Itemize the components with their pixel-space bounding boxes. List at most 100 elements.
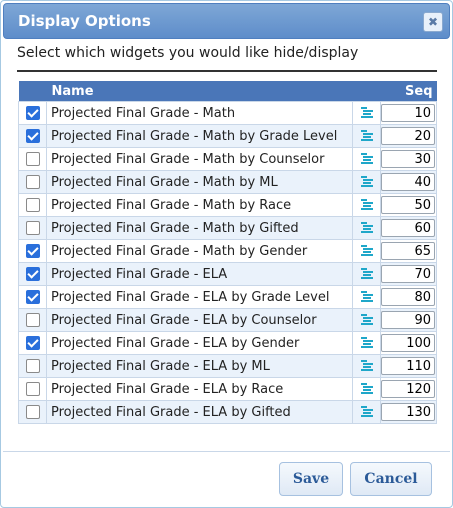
- save-button[interactable]: Save: [279, 462, 343, 496]
- handle-cell: [352, 101, 382, 125]
- widget-name: Projected Final Grade - ELA by Counselor: [45, 308, 354, 332]
- table-row: Projected Final Grade - ELA by Grade Lev…: [18, 285, 438, 309]
- handle-cell: [352, 124, 382, 148]
- cancel-button[interactable]: Cancel: [350, 462, 432, 496]
- seq-input[interactable]: [381, 219, 436, 237]
- seq-input[interactable]: [381, 311, 436, 329]
- seq-input[interactable]: [381, 242, 436, 260]
- checkbox-cell: [18, 216, 47, 240]
- visibility-checkbox[interactable]: [25, 290, 40, 304]
- drag-handle-icon[interactable]: [360, 107, 373, 119]
- checkbox-cell: [18, 239, 47, 263]
- seq-cell: [380, 170, 438, 194]
- footer-divider: [3, 451, 450, 452]
- handle-cell: [352, 331, 382, 355]
- visibility-checkbox[interactable]: [25, 405, 40, 419]
- drag-handle-icon[interactable]: [360, 245, 373, 257]
- seq-cell: [380, 285, 438, 309]
- drag-handle-icon[interactable]: [360, 360, 373, 372]
- widgets-table: Name Seq Projected Final Grade - MathPro…: [18, 81, 438, 424]
- handle-cell: [352, 377, 382, 401]
- instruction-text: Select which widgets you would like hide…: [17, 45, 359, 61]
- drag-handle-icon[interactable]: [360, 130, 373, 142]
- seq-cell: [380, 216, 438, 240]
- drag-handle-icon[interactable]: [360, 291, 373, 303]
- checkbox-cell: [18, 262, 47, 286]
- widget-name: Projected Final Grade - Math by Gender: [45, 239, 354, 263]
- seq-input[interactable]: [381, 403, 436, 421]
- table-row: Projected Final Grade - ELA by ML: [18, 354, 438, 378]
- widget-name: Projected Final Grade - Math: [45, 101, 354, 125]
- visibility-checkbox[interactable]: [25, 198, 40, 212]
- table-row: Projected Final Grade - Math by Grade Le…: [18, 124, 438, 148]
- checkbox-cell: [18, 308, 47, 332]
- divider: [17, 70, 437, 72]
- visibility-checkbox[interactable]: [25, 221, 40, 235]
- checkbox-cell: [18, 400, 47, 424]
- checkbox-cell: [18, 147, 47, 171]
- seq-cell: [380, 124, 438, 148]
- handle-cell: [352, 147, 382, 171]
- handle-cell: [352, 216, 382, 240]
- visibility-checkbox[interactable]: [25, 152, 40, 166]
- seq-cell: [380, 193, 438, 217]
- seq-input[interactable]: [381, 104, 436, 122]
- drag-handle-icon[interactable]: [360, 222, 373, 234]
- dialog-titlebar[interactable]: Display Options ✖: [3, 3, 450, 39]
- dialog-title: Display Options: [18, 12, 151, 30]
- handle-cell: [352, 400, 382, 424]
- handle-cell: [352, 170, 382, 194]
- seq-input[interactable]: [381, 150, 436, 168]
- seq-input[interactable]: [381, 288, 436, 306]
- widget-name: Projected Final Grade - ELA by ML: [45, 354, 354, 378]
- drag-handle-icon[interactable]: [360, 199, 373, 211]
- seq-input[interactable]: [381, 173, 436, 191]
- checkbox-cell: [18, 101, 47, 125]
- visibility-checkbox[interactable]: [25, 106, 40, 120]
- drag-handle-icon[interactable]: [360, 268, 373, 280]
- table-row: Projected Final Grade - Math by Gifted: [18, 216, 438, 240]
- checkbox-cell: [18, 331, 47, 355]
- widget-name: Projected Final Grade - ELA by Gifted: [45, 400, 354, 424]
- widget-name: Projected Final Grade - ELA: [45, 262, 354, 286]
- name-column-header: Name: [18, 81, 353, 102]
- table-row: Projected Final Grade - Math by ML: [18, 170, 438, 194]
- close-icon[interactable]: ✖: [423, 12, 443, 32]
- visibility-checkbox[interactable]: [25, 382, 40, 396]
- visibility-checkbox[interactable]: [25, 267, 40, 281]
- seq-input[interactable]: [381, 196, 436, 214]
- widget-name: Projected Final Grade - Math by ML: [45, 170, 354, 194]
- seq-cell: [380, 101, 438, 125]
- seq-input[interactable]: [381, 127, 436, 145]
- seq-input[interactable]: [381, 334, 436, 352]
- seq-input[interactable]: [381, 380, 436, 398]
- seq-column-header: Seq: [352, 81, 437, 102]
- handle-cell: [352, 308, 382, 332]
- drag-handle-icon[interactable]: [360, 337, 373, 349]
- visibility-checkbox[interactable]: [25, 359, 40, 373]
- drag-handle-icon[interactable]: [360, 383, 373, 395]
- table-header-row: Name Seq: [18, 81, 437, 102]
- widget-name: Projected Final Grade - ELA by Grade Lev…: [45, 285, 354, 309]
- drag-handle-icon[interactable]: [360, 176, 373, 188]
- visibility-checkbox[interactable]: [25, 244, 40, 258]
- table-row: Projected Final Grade - ELA: [18, 262, 438, 286]
- seq-input[interactable]: [381, 265, 436, 283]
- visibility-checkbox[interactable]: [25, 129, 40, 143]
- drag-handle-icon[interactable]: [360, 153, 373, 165]
- checkbox-cell: [18, 285, 47, 309]
- visibility-checkbox[interactable]: [25, 175, 40, 189]
- drag-handle-icon[interactable]: [360, 314, 373, 326]
- handle-cell: [352, 193, 382, 217]
- table-row: Projected Final Grade - ELA by Counselor: [18, 308, 438, 332]
- handle-cell: [352, 285, 382, 309]
- visibility-checkbox[interactable]: [25, 336, 40, 350]
- widget-name: Projected Final Grade - Math by Counselo…: [45, 147, 354, 171]
- seq-input[interactable]: [381, 357, 436, 375]
- table-row: Projected Final Grade - Math by Counselo…: [18, 147, 438, 171]
- drag-handle-icon[interactable]: [360, 406, 373, 418]
- widgets-table-body: Projected Final Grade - MathProjected Fi…: [18, 101, 438, 424]
- visibility-checkbox[interactable]: [25, 313, 40, 327]
- widget-name: Projected Final Grade - ELA by Gender: [45, 331, 354, 355]
- table-row: Projected Final Grade - Math by Race: [18, 193, 438, 217]
